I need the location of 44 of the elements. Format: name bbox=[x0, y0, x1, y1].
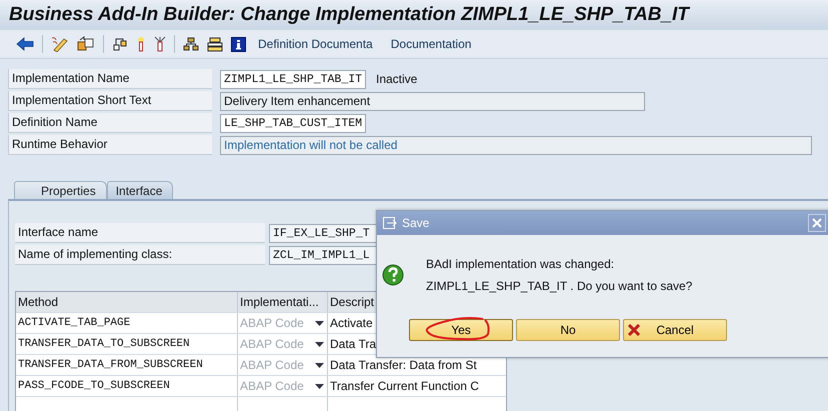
tab[interactable]: Interface bbox=[106, 181, 174, 199]
toolbar-button[interactable]: Documentation bbox=[384, 37, 480, 51]
column-header[interactable]: Implementati... bbox=[238, 292, 328, 312]
table-cell: PASS_FCODE_TO_SUBSCREEN bbox=[16, 376, 238, 396]
field-label: Name of implementing class: bbox=[15, 245, 265, 265]
question-icon bbox=[382, 264, 404, 286]
back-icon[interactable] bbox=[14, 37, 36, 51]
column-header[interactable]: Method bbox=[16, 292, 238, 312]
dialog-message: ZIMPL1_LE_SHP_TAB_IT . Do you want to save? bbox=[426, 278, 692, 295]
caret-icon[interactable] bbox=[315, 362, 324, 368]
dialog-button[interactable]: Cancel bbox=[623, 319, 727, 341]
table-cell: Data Tra bbox=[330, 337, 376, 351]
field-label: Implementation Short Text bbox=[8, 91, 212, 111]
tree-icon[interactable] bbox=[181, 37, 201, 51]
window-title: Business Add-In Builder: Change Implementation ZIMPL1_LE_SHP_TAB_IT bbox=[9, 4, 689, 26]
field-label: Runtime Behavior bbox=[8, 135, 212, 155]
caret-icon[interactable] bbox=[315, 384, 324, 388]
list-icon[interactable] bbox=[205, 36, 225, 52]
table-cell: Transfer Current Function C bbox=[330, 379, 479, 393]
field-label: Interface name bbox=[15, 223, 265, 243]
input-field[interactable]: ZIMPL1_LE_SHP_TAB_IT bbox=[220, 70, 366, 88]
table-cell: Activate bbox=[330, 316, 373, 330]
table-cell: Data Transfer: Data from St bbox=[330, 358, 477, 372]
field-label: Definition Name bbox=[8, 113, 212, 133]
input-field[interactable]: LE_SHP_TAB_CUST_ITEM bbox=[220, 114, 366, 132]
dialog-button[interactable]: No bbox=[516, 319, 620, 341]
input-field[interactable]: Implementation will not be called bbox=[220, 136, 812, 154]
table-cell: ACTIVATE_TAB_PAGE bbox=[16, 313, 238, 333]
table-cell: TRANSFER_DATA_TO_SUBSCREEN bbox=[16, 334, 238, 354]
input-field[interactable]: Delivery Item enhancement bbox=[220, 92, 645, 110]
field-label: Implementation Name bbox=[8, 69, 212, 89]
dialog-button[interactable]: Yes bbox=[409, 319, 513, 341]
antenna-icon[interactable] bbox=[152, 36, 168, 52]
window-icon bbox=[383, 217, 397, 229]
info-icon[interactable] bbox=[229, 36, 248, 52]
close-button[interactable] bbox=[808, 214, 826, 232]
toolbar-button[interactable]: Definition Documenta bbox=[252, 37, 381, 51]
close-icon bbox=[812, 218, 822, 228]
table-cell: TRANSFER_DATA_FROM_SUBSCREEN bbox=[16, 355, 238, 375]
status-text: Inactive bbox=[376, 72, 418, 86]
caret-icon[interactable] bbox=[315, 320, 324, 326]
close-icon bbox=[628, 324, 640, 336]
caret-icon[interactable] bbox=[315, 342, 324, 346]
tab[interactable]: Properties bbox=[14, 181, 107, 199]
